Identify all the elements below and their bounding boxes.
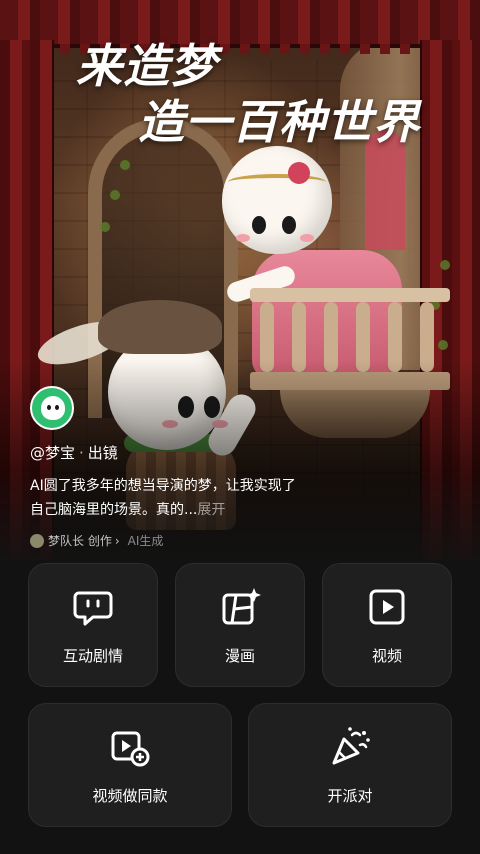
feature-interactive-story[interactable]: 互动剧情 [28, 563, 158, 687]
ai-generated-tag: AI生成 [127, 534, 164, 548]
play-box-icon [369, 589, 405, 624]
feature-comic[interactable]: 漫画 [175, 563, 305, 687]
ivy-leaf [100, 222, 110, 232]
ivy-leaf [440, 260, 450, 270]
feature-label: 视频做同款 [92, 786, 168, 805]
creator-credit[interactable]: 梦队长 创作 › AI生成 [30, 532, 163, 549]
feature-label: 漫画 [224, 646, 255, 665]
feature-video[interactable]: 视频 [322, 563, 452, 687]
chevron-right-icon: › [114, 533, 120, 548]
chat-bubble-icon [73, 591, 113, 625]
headline-line-2: 造一百种世界 [138, 95, 420, 149]
ivy-leaf [120, 160, 130, 170]
post-description[interactable]: AI圆了我多年的想当导演的梦，让我实现了自己脑海里的场景。真的...展开 [30, 474, 300, 522]
author-role: 出镜 [87, 444, 118, 462]
expand-link[interactable]: 展开 [197, 502, 225, 518]
separator-dot: · [79, 444, 84, 462]
feature-video-template[interactable]: 视频做同款 [28, 703, 232, 827]
feature-label: 互动剧情 [62, 646, 123, 665]
author-avatar[interactable] [30, 386, 74, 430]
feature-party[interactable]: 开派对 [248, 703, 452, 827]
comic-sparkle-icon [222, 587, 261, 624]
description-text: AI圆了我多年的想当导演的梦，让我实现了自己脑海里的场景。真的... [30, 478, 296, 518]
video-add-icon [111, 731, 150, 766]
author-name[interactable]: @梦宝 [30, 444, 75, 462]
ivy-leaf [110, 190, 120, 200]
feature-label: 开派对 [327, 786, 373, 805]
author-line[interactable]: @梦宝 · 出镜 [30, 442, 118, 463]
creator-avatar [30, 533, 44, 548]
creator-name[interactable]: 梦队长 创作 [48, 532, 112, 549]
feature-label: 视频 [371, 646, 402, 665]
party-popper-icon [332, 726, 370, 764]
curtain-valance [0, 0, 480, 54]
